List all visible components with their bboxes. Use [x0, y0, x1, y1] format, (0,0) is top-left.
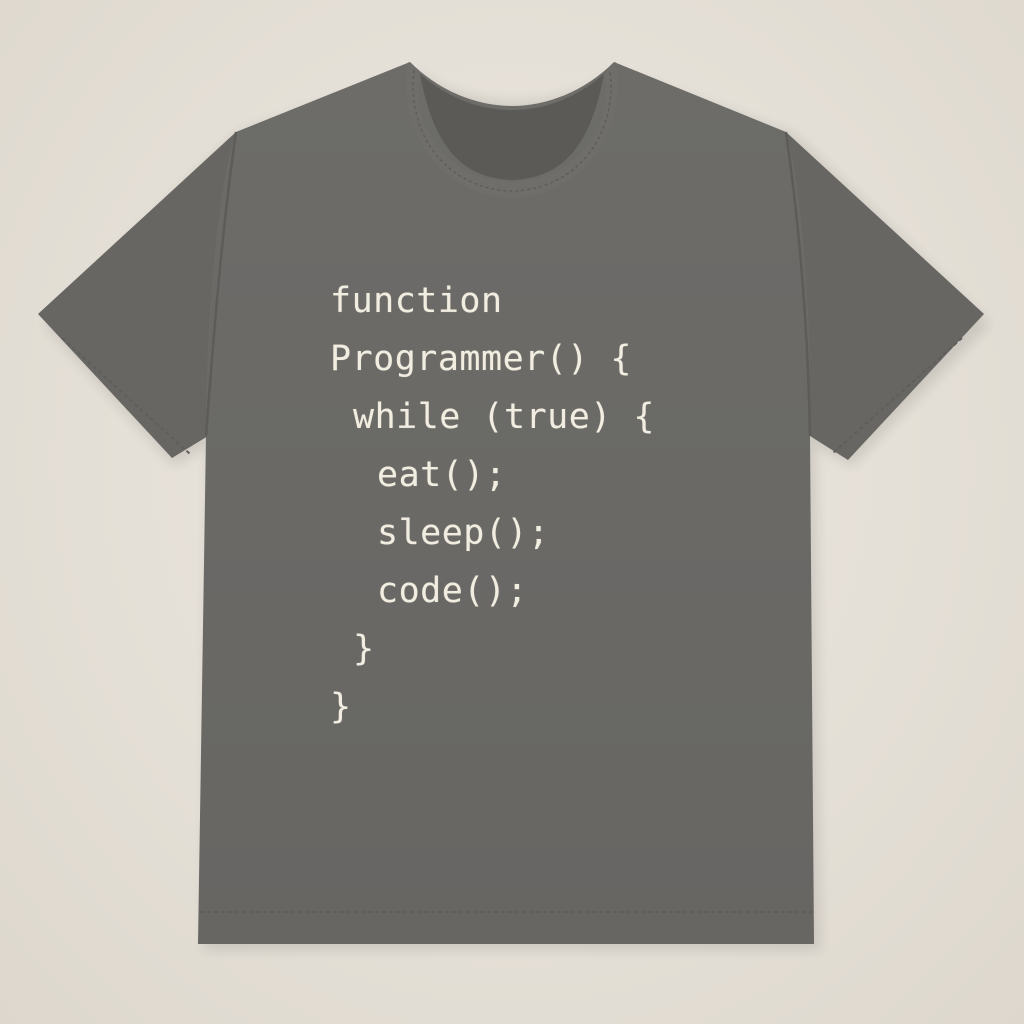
code-line-function: function [330, 281, 503, 321]
code-line-close-function: } [330, 687, 352, 727]
code-line-eat: eat(); [377, 455, 507, 495]
product-photo: function Programmer() { while (true) { e… [0, 0, 1024, 1024]
code-line-close-while: } [353, 629, 375, 669]
code-line-programmer: Programmer() { [330, 339, 633, 379]
code-line-code: code(); [377, 571, 529, 611]
right-sleeve [786, 132, 984, 460]
code-print: function Programmer() { while (true) { e… [330, 272, 750, 736]
code-line-while: while (true) { [353, 397, 656, 437]
code-line-sleep: sleep(); [377, 513, 550, 553]
